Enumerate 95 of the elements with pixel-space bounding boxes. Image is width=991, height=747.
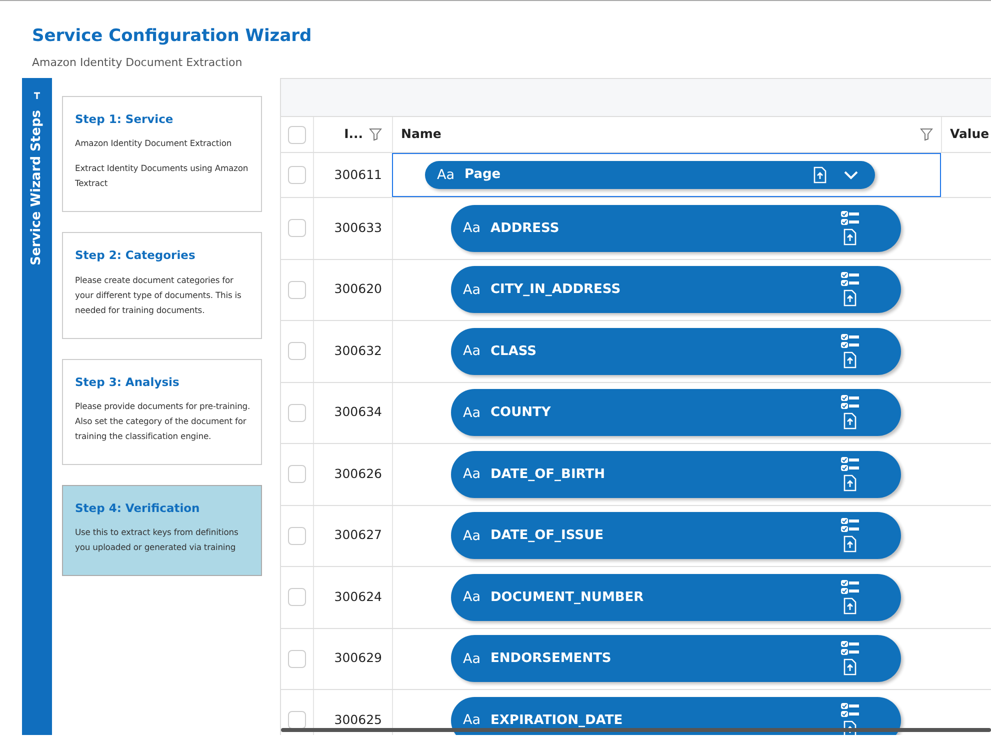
field-chip[interactable]: Aa DATE_OF_BIRTH	[451, 450, 901, 498]
row-checkbox[interactable]	[288, 404, 306, 422]
step-title: Step 4: Verification	[75, 500, 201, 517]
type-label: Aa	[463, 342, 481, 362]
row-checkbox[interactable]	[288, 650, 306, 668]
selected-cell[interactable]: Aa Page	[392, 153, 941, 197]
field-name: COUNTY	[490, 404, 552, 422]
step-description: Extract Identity Documents using Amazon Textract	[75, 162, 250, 190]
filter-icon	[369, 128, 382, 141]
checklist-icon	[841, 580, 859, 595]
field-name: DATE_OF_BIRTH	[490, 466, 606, 484]
subtitle: Amazon Identity Document Extraction	[31, 55, 244, 70]
step-description: Please provide documents for pre-training. Also set the category of the document for training the classification engine.	[75, 400, 252, 443]
select-all-checkbox[interactable]	[288, 126, 306, 144]
table-cell-text: 300624	[334, 588, 382, 606]
field-name: CITY_IN_ADDRESS	[490, 281, 622, 299]
row-checkbox[interactable]	[288, 166, 306, 184]
step-title: Step 1: Service	[75, 111, 174, 128]
checklist-icon	[841, 641, 859, 656]
type-label: Aa	[463, 219, 481, 238]
file-upload-icon	[843, 535, 857, 554]
window-title: Service Configuration Wizard	[31, 25, 313, 47]
checklist-icon	[841, 272, 859, 288]
step-card[interactable]: Step 3: Analysis Please provide documents for pre-training. Also set the category of the document for training the classification engine.	[62, 358, 262, 465]
checklist-icon	[841, 210, 859, 226]
table-cell-text: 300625	[334, 710, 382, 729]
field-chip[interactable]: Aa CITY_IN_ADDRESS	[451, 266, 901, 314]
table-cell-text: 300629	[334, 649, 382, 668]
step-description: Use this to extract keys from definitions you uploaded or generated via training	[75, 526, 240, 554]
row-checkbox[interactable]	[288, 219, 306, 238]
field-chip[interactable]: Aa Page	[425, 161, 875, 189]
field-name: EXPIRATION_DATE	[490, 712, 624, 730]
row-checkbox[interactable]	[288, 280, 306, 299]
step-title: Step 3: Analysis	[75, 374, 180, 390]
row-checkbox[interactable]	[288, 588, 306, 606]
file-upload-icon	[843, 474, 857, 492]
sidebar-title: Service Wizard Steps	[28, 110, 46, 266]
type-label: Aa	[463, 711, 481, 730]
type-label: Aa	[437, 166, 455, 185]
type-label: Aa	[463, 650, 481, 669]
file-upload-icon	[843, 350, 857, 369]
step-card[interactable]: Step 1: Service Amazon Identity Document Extraction Extract Identity Documents using Amazon Textract	[62, 96, 262, 212]
file-upload-icon	[843, 720, 857, 735]
field-name: ADDRESS	[490, 220, 560, 238]
type-label: Aa	[463, 465, 481, 484]
field-chip[interactable]: Aa ENDORSEMENTS	[451, 635, 901, 682]
field-chip[interactable]: Aa DATE_OF_ISSUE	[451, 512, 901, 560]
filter-icon	[920, 128, 933, 141]
checklist-icon	[841, 334, 859, 349]
checklist-icon	[841, 702, 859, 718]
table-cell-text: 300611	[334, 166, 382, 184]
scrollbar[interactable]	[281, 728, 991, 732]
file-upload-icon	[813, 166, 827, 184]
table-cell-text: 300633	[334, 218, 382, 237]
field-name: ENDORSEMENTS	[490, 650, 612, 668]
field-chip[interactable]: Aa CLASS	[451, 328, 901, 375]
chevron-icon[interactable]	[843, 170, 859, 180]
field-name: Page	[464, 166, 502, 184]
row-checkbox[interactable]	[288, 711, 306, 730]
type-label: Aa	[463, 526, 481, 546]
field-chip[interactable]: Aa DOCUMENT_NUMBER	[451, 574, 901, 621]
file-upload-icon	[843, 658, 857, 676]
step-title: Step 2: Categories	[75, 247, 196, 264]
table-cell-text: 300634	[334, 403, 382, 422]
field-chip[interactable]: Aa EXPIRATION_DATE	[451, 696, 901, 735]
table-cell-text: 300626	[334, 464, 382, 483]
column-header[interactable]: Name	[401, 125, 442, 144]
field-name: CLASS	[490, 342, 538, 360]
step-card[interactable]: Step 2: Categories Please create document categories for your different type of documents. This is needed for training documents.	[62, 232, 262, 338]
field-name: DOCUMENT_NUMBER	[490, 588, 645, 606]
field-chip[interactable]: Aa COUNTY	[451, 389, 901, 436]
file-upload-icon	[843, 289, 857, 308]
column-header[interactable]: I...	[344, 125, 363, 144]
file-upload-icon	[843, 228, 857, 246]
step-card[interactable]: Step 4: Verification Use this to extract keys from definitions you uploaded or generated via training	[62, 484, 262, 576]
field-chip[interactable]: Aa ADDRESS	[451, 204, 901, 252]
step-description: Amazon Identity Document Extraction	[75, 137, 233, 150]
step-description: Please create document categories for your different type of documents. This is needed for training documents.	[75, 274, 242, 317]
table-cell-text: 300627	[334, 526, 382, 544]
table-cell-text: 300620	[334, 280, 382, 298]
pin-icon[interactable]	[33, 92, 41, 100]
type-label: Aa	[463, 404, 481, 423]
checklist-icon	[841, 518, 859, 534]
column-header[interactable]: Value	[950, 125, 990, 144]
type-label: Aa	[463, 280, 481, 300]
checklist-icon	[841, 456, 859, 472]
field-name: DATE_OF_ISSUE	[490, 527, 604, 545]
row-checkbox[interactable]	[288, 465, 306, 484]
checklist-icon	[841, 395, 859, 410]
row-checkbox[interactable]	[288, 526, 306, 545]
file-upload-icon	[843, 596, 857, 615]
table-cell-text: 300632	[334, 342, 382, 360]
file-upload-icon	[843, 412, 857, 430]
type-label: Aa	[463, 588, 481, 608]
row-checkbox[interactable]	[288, 342, 306, 360]
